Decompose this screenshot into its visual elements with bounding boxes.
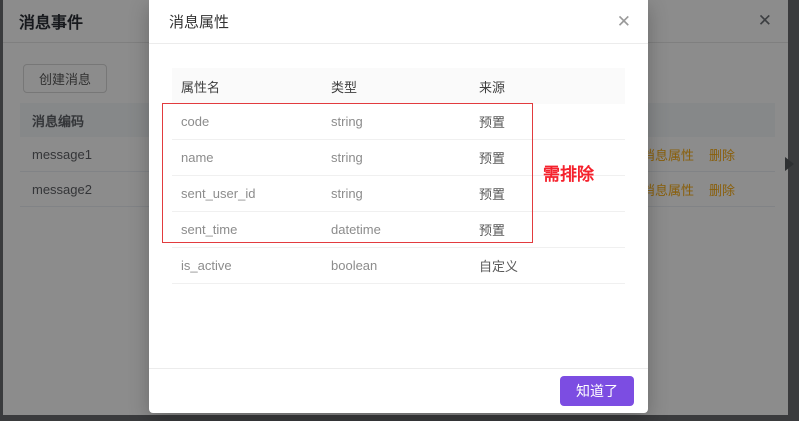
confirm-button[interactable]: 知道了 — [560, 376, 634, 406]
property-name: is_active — [172, 258, 322, 273]
property-name: sent_time — [172, 222, 322, 237]
annotation-label: 需排除 — [543, 160, 594, 185]
property-type: string — [322, 186, 470, 201]
column-header-source: 来源 — [470, 77, 625, 96]
screen: 消息事件 ✕ 创建消息 消息编码 message1 消息属性 删除 messag… — [0, 0, 799, 421]
property-type: datetime — [322, 222, 470, 237]
property-name: sent_user_id — [172, 186, 322, 201]
property-name: name — [172, 150, 322, 165]
close-icon[interactable]: ✕ — [617, 13, 631, 30]
table-row: sent_time datetime 预置 — [172, 212, 625, 248]
column-header-type: 类型 — [322, 77, 470, 96]
table-row: code string 预置 — [172, 104, 625, 140]
property-name: code — [172, 114, 322, 129]
properties-table-header: 属性名 类型 来源 — [172, 68, 625, 104]
property-type: boolean — [322, 258, 470, 273]
message-properties-modal: 消息属性 ✕ 属性名 类型 来源 code string 预置 name str… — [149, 0, 648, 413]
modal-header: 消息属性 ✕ — [149, 0, 648, 44]
property-source: 预置 — [470, 220, 625, 239]
property-type: string — [322, 150, 470, 165]
property-type: string — [322, 114, 470, 129]
table-row: is_active boolean 自定义 — [172, 248, 625, 284]
property-source: 预置 — [470, 112, 625, 131]
modal-footer: 知道了 — [149, 368, 648, 413]
property-source: 自定义 — [470, 256, 625, 275]
column-header-name: 属性名 — [172, 77, 322, 96]
modal-title: 消息属性 — [169, 11, 229, 32]
property-source: 预置 — [470, 184, 625, 203]
